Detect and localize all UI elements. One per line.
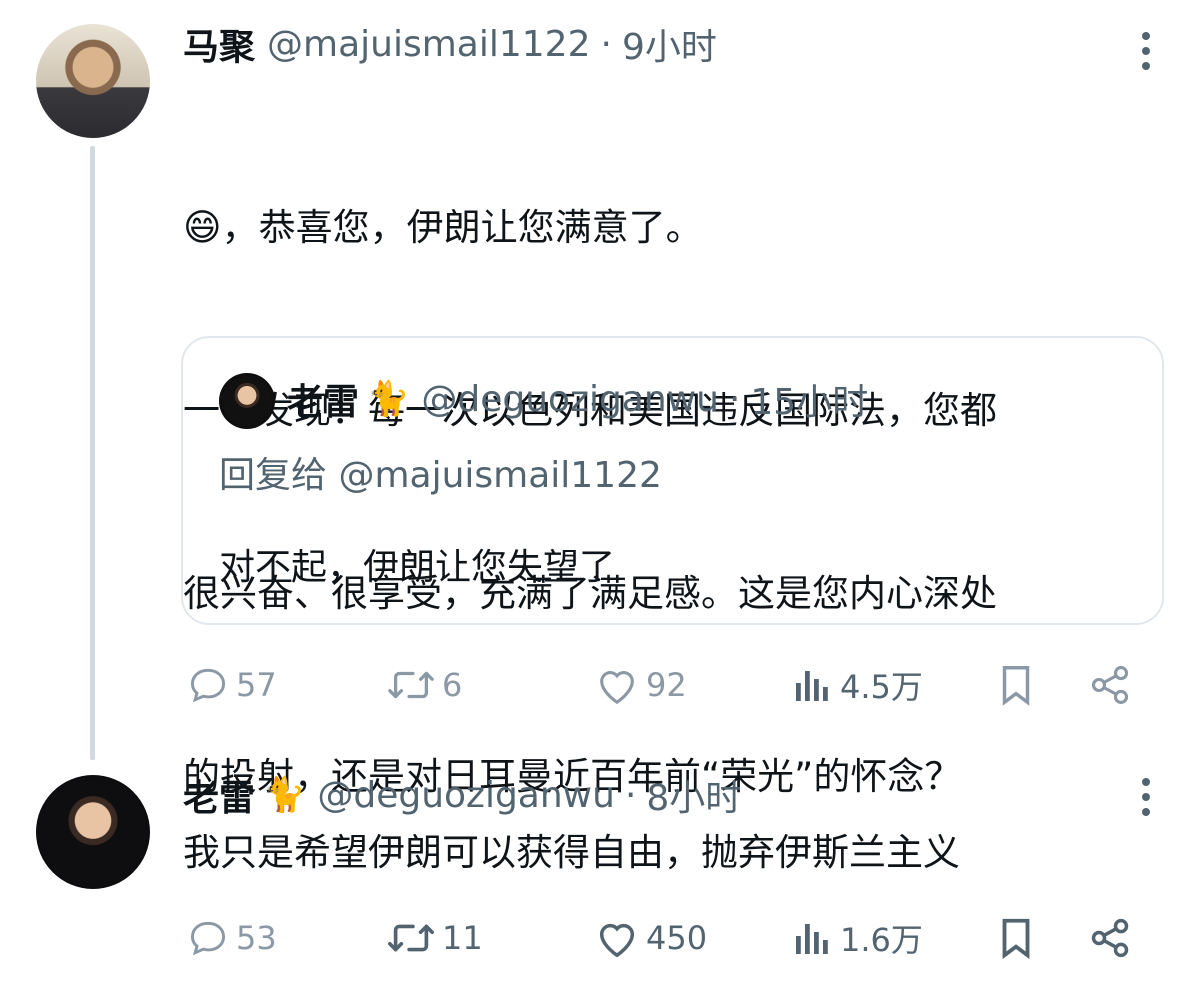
like-count: 92 xyxy=(646,666,687,704)
bookmark-button[interactable] xyxy=(996,913,1036,963)
quote-header: 老雷 🐈 @deguoziganwu · 15小时 xyxy=(287,374,868,424)
author-name[interactable]: 马聚 xyxy=(183,18,255,70)
tweet-time[interactable]: 9小时 xyxy=(622,18,717,70)
reply-count: 53 xyxy=(236,919,277,957)
views-button[interactable]: 1.6万 xyxy=(790,913,923,963)
quoted-tweet[interactable]: 老雷 🐈 @deguoziganwu · 15小时 回复给 @majuismai… xyxy=(181,336,1164,625)
share-button[interactable] xyxy=(1088,913,1132,963)
like-button[interactable]: 450 xyxy=(594,913,707,963)
reply-button[interactable]: 57 xyxy=(186,660,277,710)
tweet-body: 我只是希望伊朗可以获得自由，抛弃伊斯兰主义 xyxy=(183,831,960,874)
share-button[interactable] xyxy=(1088,660,1132,710)
retweet-icon xyxy=(388,924,434,952)
bookmark-icon xyxy=(1002,918,1030,960)
tweet-time[interactable]: 8小时 xyxy=(646,769,741,821)
avatar[interactable] xyxy=(36,775,150,889)
avatar[interactable] xyxy=(36,24,150,138)
thread-line xyxy=(90,146,95,760)
quote-time: 15小时 xyxy=(750,382,869,423)
like-icon xyxy=(599,923,635,958)
author-handle[interactable]: @majuismail1122 xyxy=(267,24,590,65)
retweet-count: 6 xyxy=(442,666,463,704)
bookmark-icon xyxy=(1002,666,1030,706)
reply-icon xyxy=(190,921,226,956)
share-icon xyxy=(1091,666,1129,704)
retweet-count: 11 xyxy=(442,919,483,957)
tweet-header: 马聚 @majuismail1122 · 9小时 xyxy=(183,22,717,69)
cat-emoji: 🐈 xyxy=(367,379,410,419)
retweet-button[interactable]: 6 xyxy=(386,660,462,710)
reply-icon xyxy=(190,668,226,703)
views-icon xyxy=(796,924,828,954)
quote-author-name: 老雷 xyxy=(287,382,360,423)
retweet-icon xyxy=(388,671,434,699)
like-button[interactable]: 92 xyxy=(594,660,687,710)
views-button[interactable]: 4.5万 xyxy=(790,660,923,710)
reply-count: 57 xyxy=(236,666,277,704)
like-icon xyxy=(600,671,634,705)
smile-emoji: 😄 xyxy=(183,206,222,249)
action-bar: 53 11 450 1.6万 xyxy=(186,913,1146,963)
more-icon[interactable] xyxy=(1140,778,1152,816)
share-icon xyxy=(1091,918,1129,958)
reply-button[interactable]: 53 xyxy=(186,913,277,963)
more-icon[interactable] xyxy=(1140,32,1152,70)
separator-dot: · xyxy=(600,23,612,65)
quote-author-handle: @deguoziganwu xyxy=(421,378,719,420)
views-count: 1.6万 xyxy=(840,921,923,959)
separator-dot: · xyxy=(728,378,741,420)
body-line-1: 😄，恭喜您，伊朗让您满意了。 xyxy=(183,206,703,249)
views-count: 4.5万 xyxy=(840,668,923,706)
reply-to-label: 回复给 @majuismail1122 xyxy=(219,455,662,496)
separator-dot: · xyxy=(624,774,637,816)
bookmark-button[interactable] xyxy=(996,660,1036,710)
action-bar: 57 6 92 4.5万 xyxy=(186,660,1146,710)
cat-emoji: 🐈 xyxy=(263,775,306,815)
author-name[interactable]: 老雷 xyxy=(183,769,255,821)
retweet-button[interactable]: 11 xyxy=(386,913,483,963)
quote-avatar xyxy=(219,373,275,429)
tweet-header: 老雷 🐈 @deguoziganwu · 8小时 xyxy=(183,773,741,820)
quote-body: 对不起，伊朗让您失望了 xyxy=(219,547,616,588)
tweet[interactable]: 马聚 @majuismail1122 · 9小时 😄，恭喜您，伊朗让您满意了。 … xyxy=(0,0,1200,798)
like-count: 450 xyxy=(646,919,708,957)
views-icon xyxy=(796,671,828,701)
author-handle[interactable]: @deguoziganwu xyxy=(317,775,615,816)
